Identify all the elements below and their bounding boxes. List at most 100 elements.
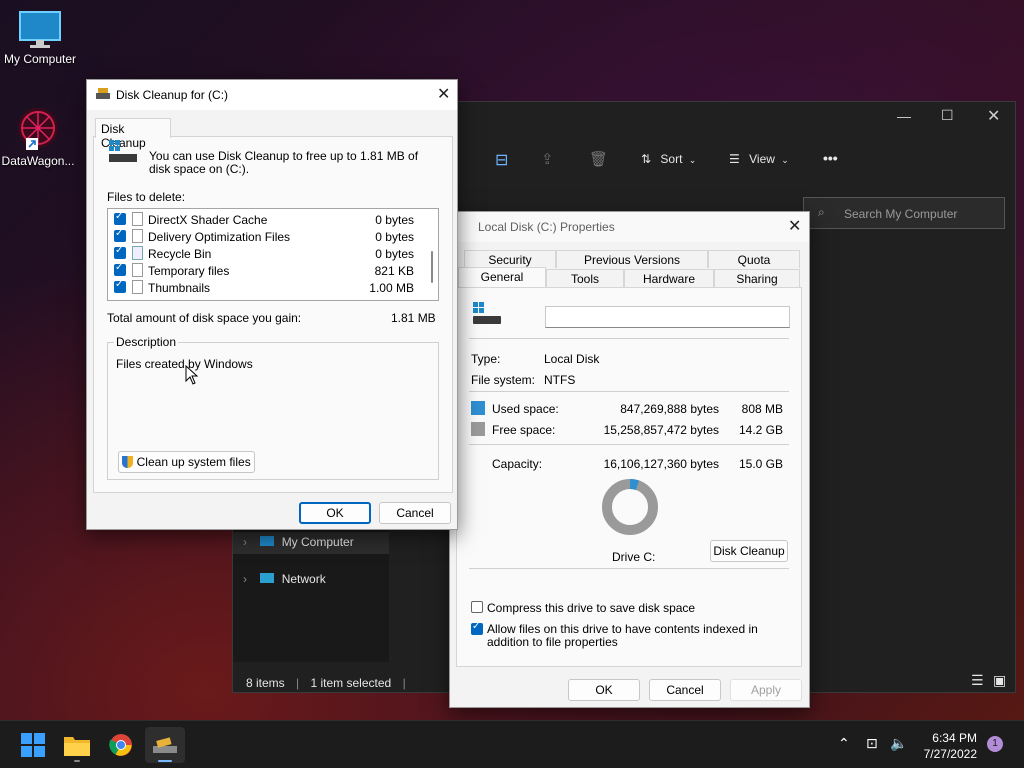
network-icon[interactable]: ⊡ (866, 735, 878, 752)
list-item[interactable]: Recycle Bin 0 bytes (114, 245, 414, 262)
type-label: Type: (471, 352, 501, 366)
file-name: Delivery Optimization Files (148, 230, 291, 244)
mouse-cursor-icon (185, 365, 199, 385)
list-item[interactable]: DirectX Shader Cache 0 bytes (114, 211, 414, 228)
ok-button[interactable]: OK (568, 679, 640, 701)
tab-previous-versions[interactable]: Previous Versions (556, 250, 708, 268)
view-button[interactable]: ☰ View ⌄ (729, 152, 789, 166)
tiles-view-icon[interactable]: ▣ (993, 672, 1006, 689)
file-checkbox[interactable] (114, 211, 126, 225)
nav-item-network[interactable]: › Network (243, 572, 326, 586)
tab-quota[interactable]: Quota (708, 250, 800, 268)
intro-text: You can use Disk Cleanup to free up to 1… (149, 149, 419, 176)
rename-icon[interactable]: ⊟ (495, 150, 508, 170)
tab-disk-cleanup[interactable]: Disk Cleanup (95, 118, 171, 150)
status-bar: 8 items | 1 item selected | (246, 676, 406, 690)
apply-button[interactable]: Apply (730, 679, 802, 701)
disk-cleanup-title-icon (96, 88, 110, 100)
dialog-title: Disk Cleanup for (C:) (116, 88, 229, 102)
file-system-label: File system: (471, 373, 536, 387)
disk-cleanup-icon (153, 737, 177, 753)
divider (469, 338, 789, 339)
tab-general[interactable]: General (458, 267, 546, 287)
compress-checkbox[interactable] (471, 601, 483, 613)
search-input[interactable]: ⌕ Search My Computer (803, 197, 1005, 229)
clock[interactable]: 6:34 PM 7/27/2022 (924, 730, 977, 762)
close-icon[interactable]: ✕ (437, 84, 450, 104)
close-icon[interactable]: ✕ (987, 106, 1000, 126)
used-space-bytes: 847,269,888 bytes (620, 402, 719, 416)
start-button[interactable] (13, 727, 53, 763)
type-value: Local Disk (544, 352, 600, 366)
used-space-swatch (471, 401, 485, 415)
taskbar-file-explorer[interactable] (57, 727, 97, 763)
sort-label: Sort (660, 152, 683, 166)
divider (469, 444, 789, 445)
divider (469, 568, 789, 569)
chevron-right-icon: › (243, 572, 247, 586)
share-icon[interactable]: ⇪ (541, 150, 554, 168)
sort-icon: ⇅ (641, 152, 652, 166)
ok-button[interactable]: OK (299, 502, 371, 524)
disk-usage-ring (602, 479, 658, 535)
tab-sharing[interactable]: Sharing (714, 269, 800, 287)
file-size: 0 bytes (375, 213, 414, 227)
delete-icon[interactable]: 🗑 (589, 150, 608, 168)
file-checkbox[interactable] (114, 262, 126, 276)
file-name: Thumbnails (148, 281, 211, 295)
tab-security[interactable]: Security (464, 250, 556, 268)
disk-cleanup-button[interactable]: Disk Cleanup (710, 540, 788, 562)
volume-icon[interactable]: 🔈 (890, 735, 907, 752)
cancel-button[interactable]: Cancel (649, 679, 721, 701)
general-tab-panel: Type: Local Disk File system: NTFS Used … (456, 287, 802, 667)
list-item[interactable]: Thumbnails 1.00 MB (114, 279, 414, 296)
view-label: View (749, 152, 775, 166)
taskbar-chrome[interactable] (101, 727, 141, 763)
close-icon[interactable]: ✕ (788, 216, 801, 236)
nav-item-label: My Computer (281, 535, 354, 549)
total-label: Total amount of disk space you gain: (107, 311, 302, 325)
desktop-icon-label: DataWagon... (1, 154, 75, 168)
clean-up-system-files-button[interactable]: Clean up system files (118, 451, 255, 473)
used-space-short: 808 MB (741, 402, 783, 416)
file-checkbox[interactable] (114, 245, 126, 259)
taskbar-disk-cleanup[interactable] (145, 727, 185, 763)
file-checkbox[interactable] (114, 279, 126, 293)
tab-hardware[interactable]: Hardware (624, 269, 714, 287)
start-icon (21, 733, 45, 757)
scrollbar-thumb[interactable] (431, 251, 433, 283)
more-options-icon[interactable]: ••• (823, 150, 838, 166)
drive-icon (473, 302, 501, 326)
chevron-right-icon: › (243, 535, 247, 549)
desktop-icon-datawagon[interactable]: DataWagon... (0, 106, 78, 168)
desktop-icon-label: My Computer (3, 52, 77, 66)
file-checkbox[interactable] (114, 228, 126, 242)
chevron-up-icon[interactable]: ⌃ (838, 735, 850, 752)
minimize-icon[interactable]: — (897, 108, 911, 124)
tab-tools[interactable]: Tools (546, 269, 624, 287)
cancel-button[interactable]: Cancel (379, 502, 451, 524)
monitor-icon (19, 11, 61, 48)
desktop-icon-my-computer[interactable]: My Computer (0, 10, 80, 66)
time: 6:34 PM (932, 731, 977, 745)
files-list[interactable]: DirectX Shader Cache 0 bytes Delivery Op… (107, 208, 439, 301)
capacity-bytes: 16,106,127,360 bytes (603, 457, 719, 471)
chevron-down-icon: ⌄ (688, 155, 697, 165)
maximize-icon[interactable]: ☐ (941, 107, 954, 124)
file-name: Temporary files (148, 264, 230, 278)
file-explorer-icon (64, 737, 90, 756)
list-item[interactable]: Temporary files 821 KB (114, 262, 414, 279)
free-space-bytes: 15,258,857,472 bytes (603, 423, 719, 437)
list-item[interactable]: Delivery Optimization Files 0 bytes (114, 228, 414, 245)
item-count: 8 items (246, 676, 285, 690)
nav-item-my-computer[interactable]: › My Computer (233, 532, 389, 554)
index-checkbox[interactable] (471, 621, 483, 635)
details-view-icon[interactable]: ☰ (971, 672, 984, 689)
free-space-arc (602, 479, 658, 535)
notification-badge[interactable]: 1 (987, 736, 1003, 752)
sort-button[interactable]: ⇅ Sort ⌄ (641, 152, 696, 166)
capacity-short: 15.0 GB (738, 457, 783, 471)
title-bar: Disk Cleanup for (C:) ✕ (87, 80, 457, 110)
scrollbar[interactable] (428, 211, 436, 298)
drive-name-field[interactable] (545, 306, 790, 328)
